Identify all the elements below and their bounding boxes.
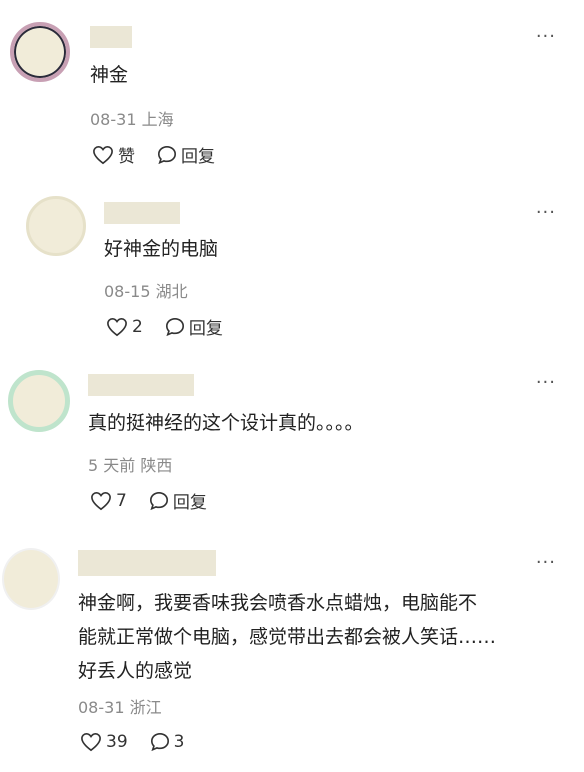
avatar[interactable] bbox=[8, 370, 70, 432]
comment-bubble-icon bbox=[157, 145, 177, 164]
comment-text-line: 好丢人的感觉 bbox=[78, 660, 193, 682]
more-options-button[interactable]: ··· bbox=[536, 26, 556, 47]
comment-text-line: 神金啊，我要香味我会喷香水点蜡烛，电脑能不 bbox=[78, 592, 478, 614]
comment-text: 神金 bbox=[90, 64, 129, 86]
reply-count: 3 bbox=[173, 732, 185, 752]
like-count: 2 bbox=[132, 316, 143, 337]
avatar[interactable] bbox=[2, 548, 60, 610]
reply-label: 回复 bbox=[181, 147, 215, 167]
comment-meta: 08-15 湖北 bbox=[104, 282, 188, 301]
comment-bubble-icon bbox=[165, 317, 184, 336]
like-button[interactable]: 2 bbox=[106, 317, 143, 337]
comment-item: ··· 神金啊，我要香味我会喷香水点蜡烛，电脑能不 能就正常做个电脑，感觉带出去… bbox=[0, 530, 584, 772]
username-redacted[interactable] bbox=[90, 26, 132, 48]
like-label: 赞 bbox=[118, 147, 135, 167]
comment-actions: 39 3 bbox=[80, 732, 206, 752]
reply-button[interactable]: 回复 bbox=[157, 142, 215, 167]
comment-item: ··· 神金 08-31 上海 赞 回复 bbox=[0, 0, 584, 180]
heart-icon bbox=[107, 317, 127, 336]
reply-label: 回复 bbox=[172, 493, 207, 513]
more-options-button[interactable]: ··· bbox=[536, 372, 556, 393]
comment-item: ··· 好神金的电脑 08-15 湖北 2 回复 bbox=[0, 180, 584, 350]
comment-text: 真的挺神经的这个设计真的。。。。 bbox=[88, 412, 364, 434]
avatar[interactable] bbox=[26, 196, 86, 256]
heart-icon bbox=[91, 491, 111, 510]
reply-label: 回复 bbox=[188, 319, 223, 339]
like-count: 39 bbox=[106, 732, 128, 752]
avatar[interactable] bbox=[10, 22, 70, 82]
comment-actions: 7 回复 bbox=[90, 488, 229, 513]
comment-meta: 5 天前 陕西 bbox=[88, 456, 173, 475]
username-redacted[interactable] bbox=[88, 374, 194, 396]
comment-bubble-icon bbox=[150, 732, 169, 752]
more-options-button[interactable]: ··· bbox=[536, 202, 556, 223]
heart-icon bbox=[81, 732, 101, 752]
comment-meta: 08-31 上海 bbox=[90, 110, 174, 129]
heart-icon bbox=[93, 145, 113, 164]
comment-text: 好神金的电脑 bbox=[104, 238, 219, 260]
reply-button[interactable]: 回复 bbox=[165, 314, 223, 339]
comment-meta: 08-31 浙江 bbox=[78, 698, 162, 717]
like-count: 7 bbox=[116, 490, 127, 511]
username-redacted[interactable] bbox=[78, 550, 216, 576]
reply-button[interactable]: 回复 bbox=[149, 488, 207, 513]
comment-actions: 赞 回复 bbox=[92, 142, 237, 167]
comment-bubble-icon bbox=[149, 491, 168, 510]
reply-button[interactable]: 3 bbox=[150, 732, 185, 752]
comment-actions: 2 回复 bbox=[106, 314, 245, 339]
username-redacted[interactable] bbox=[104, 202, 180, 224]
like-button[interactable]: 赞 bbox=[92, 142, 135, 167]
comment-item: ··· 真的挺神经的这个设计真的。。。。 5 天前 陕西 7 回复 bbox=[0, 350, 584, 530]
like-button[interactable]: 7 bbox=[90, 491, 127, 511]
comment-text-line: 能就正常做个电脑，感觉带出去都会被人笑话…… bbox=[78, 626, 497, 648]
more-options-button[interactable]: ··· bbox=[536, 552, 556, 573]
like-button[interactable]: 39 bbox=[80, 732, 128, 752]
